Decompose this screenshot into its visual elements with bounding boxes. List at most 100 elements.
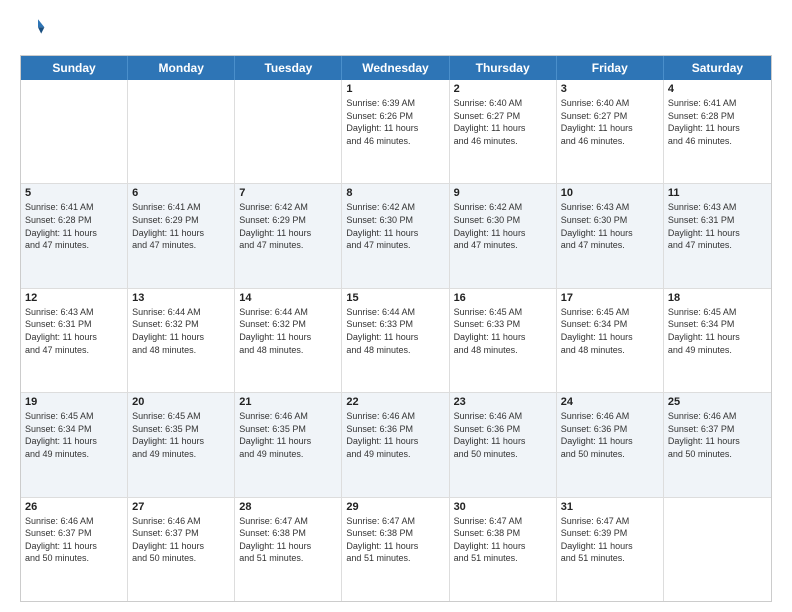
day-of-week-thursday: Thursday [450, 56, 557, 80]
day-info: Sunrise: 6:41 AM Sunset: 6:29 PM Dayligh… [132, 201, 230, 251]
day-number: 16 [454, 292, 552, 304]
day-number: 27 [132, 501, 230, 513]
day-info: Sunrise: 6:41 AM Sunset: 6:28 PM Dayligh… [668, 97, 767, 147]
calendar-day-25: 25 Sunrise: 6:46 AM Sunset: 6:37 PM Dayli… [664, 393, 771, 496]
calendar-empty-cell [128, 80, 235, 183]
day-info: Sunrise: 6:45 AM Sunset: 6:33 PM Dayligh… [454, 306, 552, 356]
day-number: 13 [132, 292, 230, 304]
day-info: Sunrise: 6:39 AM Sunset: 6:26 PM Dayligh… [346, 97, 444, 147]
calendar-day-23: 23 Sunrise: 6:46 AM Sunset: 6:36 PM Dayli… [450, 393, 557, 496]
calendar-day-14: 14 Sunrise: 6:44 AM Sunset: 6:32 PM Dayli… [235, 289, 342, 392]
day-number: 23 [454, 396, 552, 408]
day-info: Sunrise: 6:42 AM Sunset: 6:30 PM Dayligh… [346, 201, 444, 251]
day-info: Sunrise: 6:45 AM Sunset: 6:34 PM Dayligh… [25, 410, 123, 460]
calendar-day-2: 2Sunrise: 6:40 AM Sunset: 6:27 PM Daylig… [450, 80, 557, 183]
day-info: Sunrise: 6:45 AM Sunset: 6:35 PM Dayligh… [132, 410, 230, 460]
day-info: Sunrise: 6:46 AM Sunset: 6:37 PM Dayligh… [132, 515, 230, 565]
calendar-day-13: 13 Sunrise: 6:44 AM Sunset: 6:32 PM Dayli… [128, 289, 235, 392]
day-number: 21 [239, 396, 337, 408]
day-number: 9 [454, 187, 552, 199]
logo-icon [22, 16, 46, 40]
calendar-day-3: 3 Sunrise: 6:40 AM Sunset: 6:27 PM Daylig… [557, 80, 664, 183]
calendar-day-24: 24Sunrise: 6:46 AM Sunset: 6:36 PM Dayli… [557, 393, 664, 496]
day-info: Sunrise: 6:44 AM Sunset: 6:33 PM Dayligh… [346, 306, 444, 356]
day-info: Sunrise: 6:43 AM Sunset: 6:31 PM Dayligh… [668, 201, 767, 251]
calendar-day-22: 22 Sunrise: 6:46 AM Sunset: 6:36 PM Dayli… [342, 393, 449, 496]
day-number: 31 [561, 501, 659, 513]
day-info: Sunrise: 6:44 AM Sunset: 6:32 PM Dayligh… [132, 306, 230, 356]
calendar-empty-cell [664, 498, 771, 601]
header [20, 16, 772, 45]
calendar-day-31: 31 Sunrise: 6:47 AM Sunset: 6:39 PM Dayli… [557, 498, 664, 601]
calendar-day-18: 18Sunrise: 6:45 AM Sunset: 6:34 PM Dayli… [664, 289, 771, 392]
calendar-header: SundayMondayTuesdayWednesdayThursdayFrid… [21, 56, 771, 80]
day-info: Sunrise: 6:40 AM Sunset: 6:27 PM Dayligh… [561, 97, 659, 147]
calendar-day-20: 20 Sunrise: 6:45 AM Sunset: 6:35 PM Dayli… [128, 393, 235, 496]
calendar-row-3: 19 Sunrise: 6:45 AM Sunset: 6:34 PM Dayli… [21, 392, 771, 496]
day-number: 11 [668, 187, 767, 199]
day-info: Sunrise: 6:46 AM Sunset: 6:37 PM Dayligh… [25, 515, 123, 565]
day-of-week-saturday: Saturday [664, 56, 771, 80]
calendar-day-11: 11 Sunrise: 6:43 AM Sunset: 6:31 PM Dayli… [664, 184, 771, 287]
day-number: 28 [239, 501, 337, 513]
day-info: Sunrise: 6:43 AM Sunset: 6:30 PM Dayligh… [561, 201, 659, 251]
calendar-empty-cell [235, 80, 342, 183]
day-of-week-friday: Friday [557, 56, 664, 80]
calendar-day-15: 15 Sunrise: 6:44 AM Sunset: 6:33 PM Dayli… [342, 289, 449, 392]
day-number: 22 [346, 396, 444, 408]
day-number: 14 [239, 292, 337, 304]
day-number: 20 [132, 396, 230, 408]
calendar-day-19: 19 Sunrise: 6:45 AM Sunset: 6:34 PM Dayli… [21, 393, 128, 496]
day-number: 25 [668, 396, 767, 408]
calendar-day-12: 12 Sunrise: 6:43 AM Sunset: 6:31 PM Dayli… [21, 289, 128, 392]
calendar-day-5: 5 Sunrise: 6:41 AM Sunset: 6:28 PM Daylig… [21, 184, 128, 287]
calendar-day-26: 26Sunrise: 6:46 AM Sunset: 6:37 PM Dayli… [21, 498, 128, 601]
day-info: Sunrise: 6:43 AM Sunset: 6:31 PM Dayligh… [25, 306, 123, 356]
calendar-day-30: 30Sunrise: 6:47 AM Sunset: 6:38 PM Dayli… [450, 498, 557, 601]
day-of-week-tuesday: Tuesday [235, 56, 342, 80]
calendar-day-6: 6 Sunrise: 6:41 AM Sunset: 6:29 PM Daylig… [128, 184, 235, 287]
day-number: 15 [346, 292, 444, 304]
calendar-day-16: 16 Sunrise: 6:45 AM Sunset: 6:33 PM Dayli… [450, 289, 557, 392]
calendar-row-2: 12 Sunrise: 6:43 AM Sunset: 6:31 PM Dayli… [21, 288, 771, 392]
day-number: 6 [132, 187, 230, 199]
calendar-day-10: 10Sunrise: 6:43 AM Sunset: 6:30 PM Dayli… [557, 184, 664, 287]
day-number: 17 [561, 292, 659, 304]
calendar-row-4: 26Sunrise: 6:46 AM Sunset: 6:37 PM Dayli… [21, 497, 771, 601]
day-info: Sunrise: 6:47 AM Sunset: 6:38 PM Dayligh… [346, 515, 444, 565]
day-of-week-sunday: Sunday [21, 56, 128, 80]
day-number: 7 [239, 187, 337, 199]
calendar-day-29: 29 Sunrise: 6:47 AM Sunset: 6:38 PM Dayli… [342, 498, 449, 601]
calendar-row-0: 1 Sunrise: 6:39 AM Sunset: 6:26 PM Daylig… [21, 80, 771, 183]
day-info: Sunrise: 6:46 AM Sunset: 6:35 PM Dayligh… [239, 410, 337, 460]
day-of-week-monday: Monday [128, 56, 235, 80]
day-number: 4 [668, 83, 767, 95]
calendar-empty-cell [21, 80, 128, 183]
day-number: 1 [346, 83, 444, 95]
day-number: 19 [25, 396, 123, 408]
day-info: Sunrise: 6:46 AM Sunset: 6:36 PM Dayligh… [454, 410, 552, 460]
day-number: 5 [25, 187, 123, 199]
day-number: 12 [25, 292, 123, 304]
calendar-day-1: 1 Sunrise: 6:39 AM Sunset: 6:26 PM Daylig… [342, 80, 449, 183]
day-info: Sunrise: 6:42 AM Sunset: 6:30 PM Dayligh… [454, 201, 552, 251]
day-info: Sunrise: 6:46 AM Sunset: 6:36 PM Dayligh… [346, 410, 444, 460]
day-number: 24 [561, 396, 659, 408]
calendar-day-17: 17Sunrise: 6:45 AM Sunset: 6:34 PM Dayli… [557, 289, 664, 392]
day-info: Sunrise: 6:42 AM Sunset: 6:29 PM Dayligh… [239, 201, 337, 251]
calendar-day-8: 8Sunrise: 6:42 AM Sunset: 6:30 PM Daylig… [342, 184, 449, 287]
day-number: 30 [454, 501, 552, 513]
day-number: 3 [561, 83, 659, 95]
calendar-day-9: 9 Sunrise: 6:42 AM Sunset: 6:30 PM Daylig… [450, 184, 557, 287]
calendar-day-7: 7 Sunrise: 6:42 AM Sunset: 6:29 PM Daylig… [235, 184, 342, 287]
day-number: 29 [346, 501, 444, 513]
day-info: Sunrise: 6:47 AM Sunset: 6:39 PM Dayligh… [561, 515, 659, 565]
day-of-week-wednesday: Wednesday [342, 56, 449, 80]
day-info: Sunrise: 6:41 AM Sunset: 6:28 PM Dayligh… [25, 201, 123, 251]
calendar-row-1: 5 Sunrise: 6:41 AM Sunset: 6:28 PM Daylig… [21, 183, 771, 287]
calendar-day-4: 4 Sunrise: 6:41 AM Sunset: 6:28 PM Daylig… [664, 80, 771, 183]
day-info: Sunrise: 6:44 AM Sunset: 6:32 PM Dayligh… [239, 306, 337, 356]
day-info: Sunrise: 6:46 AM Sunset: 6:37 PM Dayligh… [668, 410, 767, 460]
logo [20, 16, 46, 45]
calendar-day-28: 28Sunrise: 6:47 AM Sunset: 6:38 PM Dayli… [235, 498, 342, 601]
